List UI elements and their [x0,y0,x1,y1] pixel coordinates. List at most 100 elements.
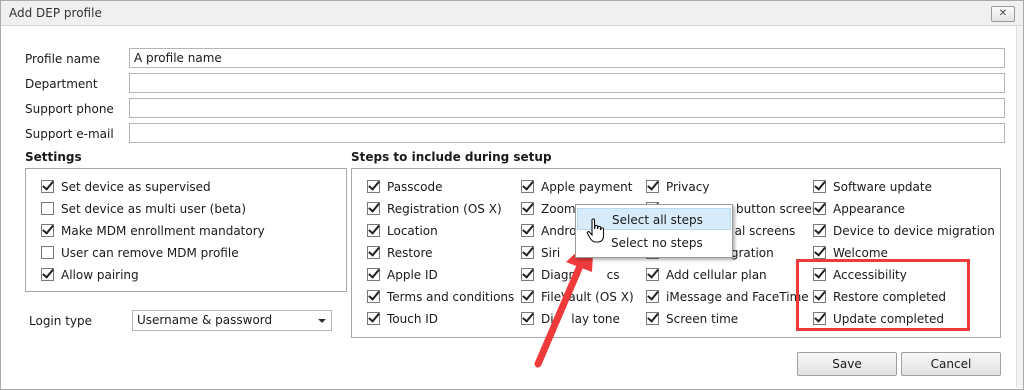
checkbox-checked-icon[interactable] [521,180,534,193]
checkbox-label: User can remove MDM profile [61,246,239,260]
checkbox-checked-icon[interactable] [813,246,826,259]
step-checkbox[interactable]: Software update [813,179,932,195]
step-checkbox[interactable]: iMessage and FaceTime [646,289,809,305]
checkbox-checked-icon[interactable] [646,312,659,325]
department-input[interactable] [129,73,1005,93]
step-checkbox[interactable]: Screen time [646,311,738,327]
checkbox-checked-icon[interactable] [41,224,54,237]
step-checkbox[interactable]: Passcode [367,179,443,195]
step-checkbox[interactable]: Privacy [646,179,709,195]
step-checkbox[interactable]: Device to device migration [813,223,995,239]
checkbox-checked-icon[interactable] [367,180,380,193]
checkbox-label: FileVault (OS X) [541,290,634,304]
checkbox-checked-icon[interactable] [521,290,534,303]
step-checkbox[interactable]: Diagn cs [521,267,620,283]
profile-name-label: Profile name [25,52,101,66]
step-checkbox[interactable]: Add cellular plan [646,267,767,283]
checkbox-checked-icon[interactable] [646,290,659,303]
step-checkbox[interactable]: Siri [521,245,560,261]
checkbox-label: Device to device migration [833,224,995,238]
checkbox-label: Zoom [541,202,576,216]
checkbox-label: Touch ID [387,312,439,326]
chevron-down-icon [318,319,326,323]
checkbox-checked-icon[interactable] [813,224,826,237]
setting-checkbox[interactable]: Set device as supervised [41,179,211,195]
checkbox-label: Welcome [833,246,888,260]
checkbox-checked-icon[interactable] [367,290,380,303]
checkbox-label: Set device as multi user (beta) [61,202,247,216]
step-checkbox[interactable]: Terms and conditions [367,289,514,305]
login-type-value: Username & password [137,313,273,327]
checkbox-label: Apple ID [387,268,438,282]
checkbox-checked-icon[interactable] [367,202,380,215]
window-title: Add DEP profile [9,6,102,20]
checkbox-checked-icon[interactable] [41,268,54,281]
support-phone-input[interactable] [129,98,1005,118]
checkbox-label: Make MDM enrollment mandatory [61,224,265,238]
checkbox-checked-icon[interactable] [41,180,54,193]
save-button[interactable]: Save [797,352,897,376]
checkbox-checked-icon[interactable] [521,224,534,237]
checkbox-label: Terms and conditions [387,290,515,304]
add-dep-profile-dialog: Add DEP profile ✕ Profile name A profile… [0,0,1024,390]
checkbox-checked-icon[interactable] [521,246,534,259]
close-button[interactable]: ✕ [991,6,1015,22]
step-checkbox[interactable]: Apple payment [521,179,632,195]
highlight-box [796,259,970,331]
cancel-button[interactable]: Cancel [901,352,1001,376]
checkbox-label: Dis lay tone [541,312,620,326]
checkbox-checked-icon[interactable] [521,268,534,281]
checkbox-checked-icon[interactable] [646,180,659,193]
checkbox-label: Siri [541,246,561,260]
checkbox-label: Passcode [387,180,443,194]
step-checkbox[interactable]: Zoom [521,201,576,217]
setting-checkbox[interactable]: Allow pairing [41,267,139,283]
scrollbar[interactable] [1016,26,1023,388]
login-type-label: Login type [29,314,92,328]
checkbox-checked-icon[interactable] [813,180,826,193]
checkbox-checked-icon[interactable] [367,224,380,237]
checkbox-label: Location [387,224,438,238]
checkbox-label: Restore [387,246,433,260]
checkbox-label: Set device as supervised [61,180,211,194]
checkbox-label: iMessage and FaceTime [666,290,809,304]
checkbox-label: Screen time [666,312,739,326]
department-label: Department [25,77,98,91]
support-email-label: Support e-mail [25,127,114,141]
setting-checkbox[interactable]: User can remove MDM profile [41,245,239,261]
checkbox-label: Androi [541,224,580,238]
setting-checkbox[interactable]: Make MDM enrollment mandatory [41,223,265,239]
settings-title: Settings [25,150,82,164]
step-checkbox[interactable]: Androi [521,223,580,239]
checkbox-label: Diagn cs [541,268,620,282]
step-checkbox[interactable]: Touch ID [367,311,438,327]
step-checkbox[interactable]: Registration (OS X) [367,201,502,217]
checkbox-unchecked-icon[interactable] [41,202,54,215]
step-checkbox[interactable]: Dis lay tone [521,311,620,327]
support-phone-label: Support phone [25,102,114,116]
checkbox-checked-icon[interactable] [521,312,534,325]
checkbox-label: Allow pairing [61,268,139,282]
login-type-select[interactable]: Username & password [132,310,332,331]
support-email-input[interactable] [129,123,1005,143]
checkbox-label: Apple payment [541,180,633,194]
checkbox-label: Privacy [666,180,710,194]
step-checkbox[interactable]: Location [367,223,438,239]
profile-name-input[interactable]: A profile name [129,48,1005,68]
checkbox-label: Add cellular plan [666,268,767,282]
checkbox-checked-icon[interactable] [521,202,534,215]
checkbox-checked-icon[interactable] [646,268,659,281]
step-checkbox[interactable]: FileVault (OS X) [521,289,634,305]
checkbox-checked-icon[interactable] [367,246,380,259]
setting-checkbox[interactable]: Set device as multi user (beta) [41,201,246,217]
title-bar: Add DEP profile ✕ [1,1,1023,26]
step-checkbox[interactable]: Restore [367,245,433,261]
checkbox-checked-icon[interactable] [367,312,380,325]
checkbox-label: Appearance [833,202,906,216]
hand-cursor-icon [586,218,605,243]
step-checkbox[interactable]: Apple ID [367,267,438,283]
checkbox-checked-icon[interactable] [813,202,826,215]
checkbox-unchecked-icon[interactable] [41,246,54,259]
step-checkbox[interactable]: Appearance [813,201,905,217]
checkbox-checked-icon[interactable] [367,268,380,281]
